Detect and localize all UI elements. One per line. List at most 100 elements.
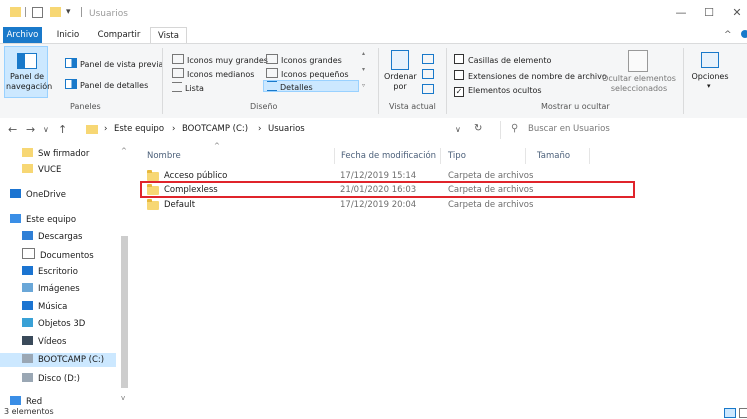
column-header-tamano[interactable]: Tamaño [537,151,570,161]
help-icon[interactable] [741,30,747,38]
hide-selected-label: Ocultar elementos seleccionados [602,74,676,93]
sidebar-item-label: Documentos [40,251,94,261]
layout-medium-icons-label: Iconos medianos [187,70,255,79]
recent-locations-chevron-icon[interactable]: ∨ [43,125,49,134]
column-header-tipo[interactable]: Tipo [448,151,466,161]
sidebar-item[interactable]: Objetos 3D [22,318,85,329]
navigation-pane-button[interactable]: Panel de navegación [4,46,52,98]
sidebar-item[interactable]: Escritorio [22,266,78,277]
item-count: 3 elementos [4,407,54,416]
ribbon-tabs: Archivo Inicio Compartir Vista ^ [0,27,747,44]
size-columns-icon[interactable] [422,84,434,94]
sidebar-item[interactable]: Documentos [22,248,94,261]
layout-large-icons[interactable]: Iconos grandes [266,54,342,65]
checkbox-icon [454,70,464,80]
item-checkboxes-label: Casillas de elemento [468,56,552,65]
close-button[interactable]: ✕ [722,4,747,22]
minimize-button[interactable]: — [666,4,696,22]
add-columns-icon[interactable] [422,69,434,79]
refresh-icon[interactable]: ↻ [474,123,482,134]
preview-pane-label: Panel de vista previa [80,60,164,69]
address-bar[interactable]: › Este equipo › BOOTCAMP (C:) › Usuarios [86,121,446,139]
sidebar-item-label: Escritorio [38,267,78,277]
music-icon [22,301,33,310]
sidebar-item[interactable]: Música [22,301,67,312]
folder-icon [86,125,98,134]
sidebar-item[interactable]: OneDrive [10,189,66,200]
group-paneles-label: Paneles [70,102,101,111]
tab-inicio[interactable]: Inicio [52,27,84,43]
column-divider[interactable] [440,148,441,164]
column-header-nombre[interactable]: Nombre [147,151,181,161]
forward-arrow-icon[interactable]: → [26,123,35,136]
sidebar-scroll-thumb[interactable] [121,236,128,388]
sort-icon [391,50,409,70]
scroll-up-icon[interactable]: ^ [121,147,127,155]
breadcrumb-usuarios[interactable]: Usuarios [268,124,305,134]
sidebar-item[interactable]: VUCE [22,164,61,175]
file-type: Carpeta de archivos [448,171,534,181]
preview-pane-icon [65,58,77,68]
sidebar-item[interactable]: Disco (D:) [22,373,80,384]
image-icon [22,283,33,292]
tab-archivo[interactable]: Archivo [3,27,42,43]
breadcrumb-bootcamp[interactable]: BOOTCAMP (C:) [182,124,248,134]
sidebar-item[interactable]: Sw firmador [22,148,89,159]
tab-vista[interactable]: Vista [150,27,187,44]
table-row[interactable]: Default 17/12/2019 20:04 Carpeta de arch… [144,199,634,212]
column-divider[interactable] [334,148,335,164]
hide-selected-button[interactable]: Ocultar elementos seleccionados [600,48,678,98]
tab-compartir[interactable]: Compartir [94,27,144,43]
drive-icon [22,373,33,382]
file-extensions-toggle[interactable]: Extensiones de nombre de archivo [454,70,607,81]
address-dropdown-icon[interactable]: ∨ [455,125,461,134]
column-header-fecha[interactable]: Fecha de modificación [341,151,436,161]
item-checkboxes-toggle[interactable]: Casillas de elemento [454,54,551,65]
layout-list-label: Lista [185,84,204,93]
sidebar-item[interactable]: Vídeos [22,336,66,347]
sidebar-item[interactable]: Este equipo [10,214,76,225]
breadcrumb-este-equipo[interactable]: Este equipo [114,124,164,134]
up-arrow-icon[interactable]: ↑ [58,123,67,136]
search-input[interactable]: Buscar en Usuarios [528,124,610,134]
column-divider[interactable] [589,148,590,164]
maximize-button[interactable]: ☐ [694,4,724,22]
details-view-icon[interactable] [724,408,736,418]
large-icons-icon [266,54,278,64]
details-pane-button[interactable]: Panel de detalles [65,79,148,90]
folder-icon[interactable] [50,7,61,17]
sort-by-button[interactable]: Ordenar por [384,48,417,98]
back-arrow-icon[interactable]: ← [8,123,17,136]
preview-pane-button[interactable]: Panel de vista previa [65,58,163,69]
options-button[interactable]: Opciones ▾ [688,48,732,98]
folder-icon [147,170,159,181]
folder-icon [22,164,33,173]
group-by-icon[interactable] [422,54,434,64]
layout-scroll-down-icon[interactable]: ▾ [362,66,365,73]
column-divider[interactable] [525,148,526,164]
layout-extra-large-icons[interactable]: Iconos muy grandes [172,54,268,65]
sidebar-item[interactable]: Imágenes [22,283,80,294]
layout-details[interactable]: Detalles [263,80,359,92]
drive-icon [22,354,33,363]
large-icons-view-icon[interactable] [739,408,747,418]
options-icon [701,52,719,68]
layout-extra-large-icons-label: Iconos muy grandes [187,56,268,65]
layout-medium-icons[interactable]: Iconos medianos [172,68,254,79]
layout-list[interactable]: Lista [172,82,204,93]
window-title: Usuarios [89,9,128,19]
customize-quick-access-icon[interactable]: ▾ [66,7,77,17]
hidden-items-toggle[interactable]: ✓ Elementos ocultos [454,86,542,97]
layout-expand-icon[interactable]: ▿ [362,82,365,89]
scroll-down-icon[interactable]: v [121,394,125,402]
sidebar-item[interactable]: Descargas [22,231,82,242]
collapse-ribbon-icon[interactable]: ^ [724,30,732,40]
search-box[interactable]: ⚲ Buscar en Usuarios [500,121,747,139]
checkmark-icon[interactable] [32,7,43,18]
folder-icon [147,199,159,210]
layout-small-icons[interactable]: Iconos pequeños [266,68,349,79]
title-bar: ▾ Usuarios — ☐ ✕ [0,0,747,26]
sidebar-item[interactable]: BOOTCAMP (C:) [22,354,104,365]
layout-scroll-up-icon[interactable]: ▴ [362,50,365,57]
separator-icon [81,7,82,17]
